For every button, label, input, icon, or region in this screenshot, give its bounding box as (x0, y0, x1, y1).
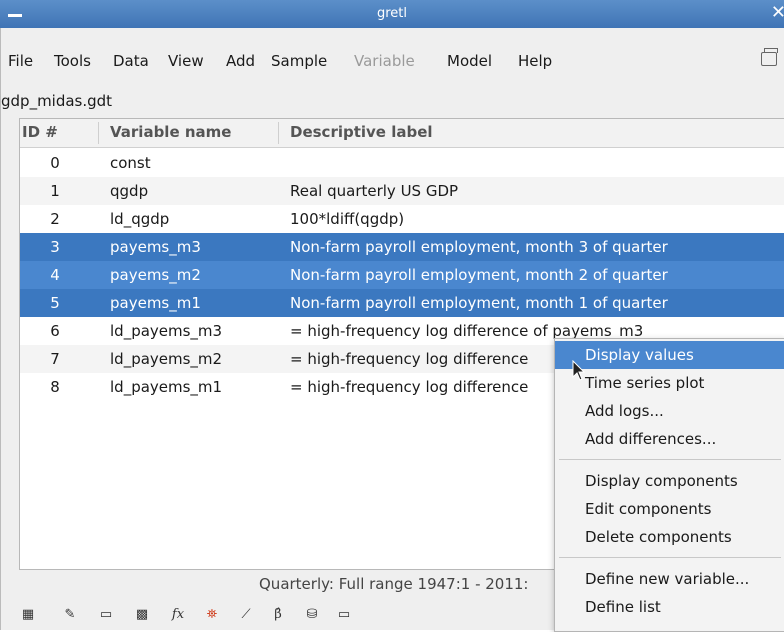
ctx-label: Delete components (585, 528, 732, 546)
row-id: 6 (50, 322, 60, 340)
database-icon[interactable]: ⛁ (303, 606, 321, 624)
table-header: ID # Variable name Descriptive label (20, 119, 784, 148)
row-id: 7 (50, 350, 60, 368)
ctx-separator (559, 557, 781, 558)
window-title: gretl (376, 6, 408, 21)
row-id: 5 (50, 294, 60, 312)
folder-icon[interactable]: ▭ (335, 606, 353, 624)
row-label: Non-farm payroll employment, month 3 of … (290, 238, 668, 256)
script-editor-icon[interactable]: ✎ (61, 606, 79, 624)
calculator-icon[interactable]: ▦ (19, 606, 37, 624)
row-label: = high-frequency log difference (290, 378, 529, 396)
session-icon[interactable]: ▩ (133, 606, 151, 624)
beta-icon[interactable]: β̂ (269, 606, 287, 624)
row-name: ld_payems_m1 (110, 378, 223, 396)
dataset-filename: gdp_midas.gdt (1, 92, 113, 110)
ctx-time-series-plot[interactable]: Time series plot (555, 369, 784, 397)
ctx-separator (559, 459, 781, 460)
ctx-label: Display values (585, 346, 694, 364)
row-label: Non-farm payroll employment, month 2 of … (290, 266, 668, 284)
row-id: 3 (50, 238, 60, 256)
menu-file[interactable]: File (8, 52, 33, 70)
row-id: 4 (50, 266, 60, 284)
menu-view[interactable]: View (168, 52, 204, 70)
help-icon[interactable]: ⛯ (203, 606, 221, 624)
ctx-edit-components[interactable]: Edit components (555, 495, 784, 523)
menu-sample[interactable]: Sample (271, 52, 327, 70)
row-name: ld_payems_m2 (110, 350, 223, 368)
row-label: 100*ldiff(qgdp) (290, 210, 405, 228)
title-bar: gretl ✕ (0, 0, 784, 28)
row-id: 0 (50, 154, 60, 172)
ctx-add-logs[interactable]: Add logs... (555, 397, 784, 425)
ctx-define-list[interactable]: Define list (555, 593, 784, 621)
row-id: 1 (50, 182, 60, 200)
ctx-define-new-variable[interactable]: Define new variable... (555, 565, 784, 593)
menu-add[interactable]: Add (226, 52, 255, 70)
row-name: ld_qgdp (110, 210, 170, 228)
row-label: Real quarterly US GDP (290, 182, 459, 200)
menu-data[interactable]: Data (113, 52, 149, 70)
ctx-display-components[interactable]: Display components (555, 467, 784, 495)
row-name: payems_m3 (110, 238, 201, 256)
table-row[interactable]: 0 const (20, 149, 784, 177)
menu-model[interactable]: Model (447, 52, 492, 70)
ctx-label: Add logs... (585, 402, 664, 420)
menu-variable: Variable (354, 52, 415, 70)
row-id: 2 (50, 210, 60, 228)
ctx-delete-components[interactable]: Delete components (555, 523, 784, 551)
ctx-label: Edit components (585, 500, 712, 518)
row-name: qgdp (110, 182, 149, 200)
table-row[interactable]: 4 payems_m2 Non-farm payroll employment,… (20, 261, 784, 289)
menu-tools[interactable]: Tools (54, 52, 91, 70)
table-row[interactable]: 3 payems_m3 Non-farm payroll employment,… (20, 233, 784, 261)
toolbar: ▦ ✎ ▭ ▩ fx ⛯ ⟋ β̂ ⛁ ▭ (19, 600, 619, 630)
row-name: payems_m2 (110, 266, 201, 284)
menu-help[interactable]: Help (518, 52, 552, 70)
row-label: Non-farm payroll employment, month 1 of … (290, 294, 668, 312)
ctx-add-differences[interactable]: Add differences... (555, 425, 784, 453)
ctx-label: Define new variable... (585, 570, 750, 588)
header-variable-name[interactable]: Variable name (110, 123, 231, 141)
console-icon[interactable]: ▭ (97, 606, 115, 624)
ctx-label: Define list (585, 598, 661, 616)
ctx-label: Display components (585, 472, 738, 490)
table-row[interactable]: 2 ld_qgdp 100*ldiff(qgdp) (20, 205, 784, 233)
row-id: 8 (50, 378, 60, 396)
row-name: const (110, 154, 151, 172)
ctx-label: Time series plot (585, 374, 705, 392)
table-row[interactable]: 5 payems_m1 Non-farm payroll employment,… (20, 289, 784, 317)
header-descriptive-label[interactable]: Descriptive label (290, 123, 433, 141)
ctx-label: Add differences... (585, 430, 717, 448)
row-name: ld_payems_m3 (110, 322, 223, 340)
context-menu: Display values Time series plot Add logs… (554, 338, 784, 632)
plot-icon[interactable]: ⟋ (237, 606, 255, 624)
windows-icon[interactable] (761, 48, 778, 66)
status-text: Quarterly: Full range 1947:1 - 2011: (259, 575, 529, 593)
function-icon[interactable]: fx (169, 606, 187, 624)
table-row[interactable]: 1 qgdp Real quarterly US GDP (20, 177, 784, 205)
menu-bar: File Tools Data View Add Sample Variable… (1, 28, 784, 70)
close-icon[interactable]: ✕ (771, 2, 784, 23)
mouse-cursor-icon (572, 360, 586, 381)
row-label: = high-frequency log difference (290, 350, 529, 368)
row-name: payems_m1 (110, 294, 201, 312)
header-id[interactable]: ID # (22, 123, 58, 141)
ctx-display-values[interactable]: Display values (555, 341, 784, 369)
